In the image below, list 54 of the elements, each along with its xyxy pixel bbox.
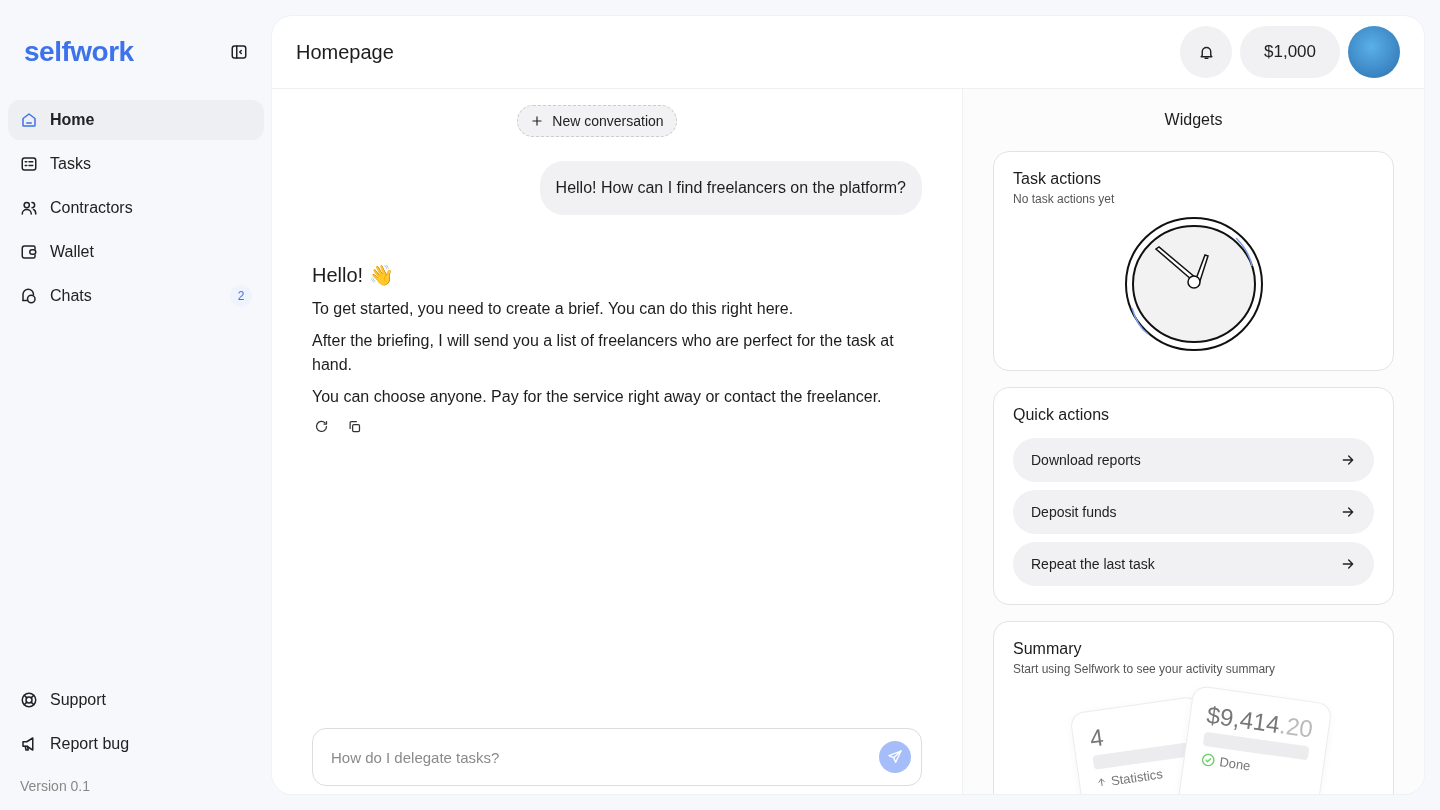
wallet-icon (20, 243, 38, 261)
arrow-up-icon (1095, 776, 1108, 789)
reply-paragraph: To get started, you need to create a brief. You can do this right here. (312, 299, 795, 319)
arrow-right-icon (1340, 556, 1356, 572)
sidebar-item[interactable]: Tasks (8, 144, 264, 184)
checklist-icon (20, 155, 38, 173)
arrow-right-icon (1340, 504, 1356, 520)
new-conversation-button[interactable]: New conversation (517, 105, 677, 137)
panel-collapse-icon (230, 43, 248, 61)
statistics-label: Statistics (1110, 766, 1164, 789)
statistics-count: 4 (1088, 722, 1107, 752)
widgets-title: Widgets (1163, 110, 1224, 129)
regenerate-button[interactable] (314, 419, 329, 434)
quick-action-button[interactable]: Deposit funds (1013, 490, 1374, 534)
message-input[interactable]: How do I delegate tasks? (329, 747, 879, 767)
user-message: Hello! How can I find freelancers on the platform? (539, 161, 922, 215)
notifications-button[interactable] (1180, 26, 1232, 78)
version-label: Version 0.1 (19, 777, 92, 794)
sidebar-item[interactable]: Home (8, 100, 264, 140)
lifebuoy-icon (20, 691, 38, 709)
check-circle-icon (1199, 751, 1217, 769)
card-subtitle: Start using Selfwork to see your activity summary (1013, 662, 1277, 676)
unread-count: 2 (230, 285, 252, 307)
send-icon (887, 749, 903, 765)
done-label: Done (1218, 754, 1252, 774)
card-title: Summary (1013, 640, 1083, 658)
home-icon (20, 111, 38, 129)
amount-value: $9,414 .20 (1205, 702, 1314, 743)
message-field[interactable]: How do I delegate tasks? (312, 728, 922, 786)
copy-button[interactable] (347, 419, 362, 434)
sidebar-item[interactable]: Contractors (8, 188, 264, 228)
sidebar-item[interactable]: Report bug (8, 724, 264, 764)
plus-icon (530, 114, 545, 128)
arrow-right-icon (1340, 452, 1356, 468)
reply-heading: Hello! 👋 (312, 263, 395, 287)
reply-paragraph: You can choose anyone. Pay for the service right away or contact the freelancer. (312, 387, 883, 407)
collapse-sidebar-button[interactable] (230, 43, 248, 61)
reply-paragraph: After the briefing, I will send you a list of freelancers who are perfect for the task at hand. (312, 331, 895, 375)
balance-button[interactable]: $1,000 (1240, 26, 1340, 78)
card-title: Quick actions (1013, 406, 1111, 424)
logo: selfwork (24, 36, 134, 68)
sidebar-item[interactable]: Support (8, 680, 264, 720)
people-icon (20, 199, 38, 217)
page-title: Homepage (296, 40, 395, 64)
quick-action-button[interactable]: Download reports (1013, 438, 1374, 482)
refresh-icon (314, 419, 329, 434)
card-title: Task actions (1013, 170, 1103, 188)
chat-bubbles-icon (20, 287, 38, 305)
sidebar-item[interactable]: Wallet (8, 232, 264, 272)
sidebar-item[interactable]: Chats 2 (8, 276, 264, 316)
quick-action-button[interactable]: Repeat the last task (1013, 542, 1374, 586)
user-avatar[interactable] (1348, 26, 1400, 78)
card-subtitle: No task actions yet (1013, 192, 1116, 206)
copy-icon (347, 419, 362, 434)
